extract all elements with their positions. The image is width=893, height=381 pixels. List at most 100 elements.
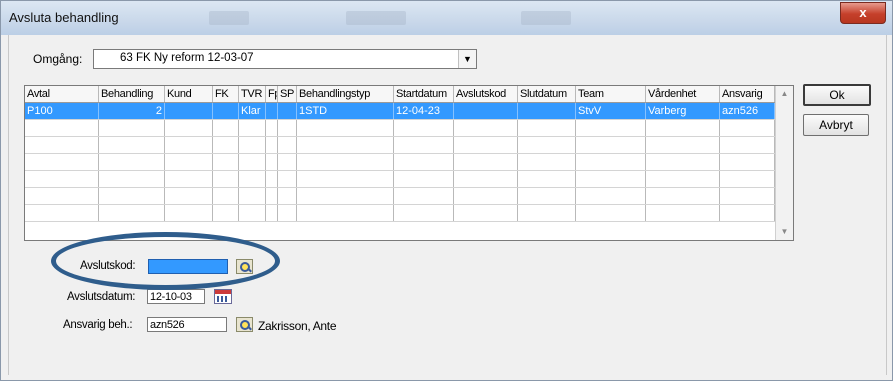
table-cell	[454, 103, 518, 119]
table-cell	[239, 171, 266, 187]
column-header[interactable]: Kund	[165, 86, 213, 102]
table-cell	[646, 171, 720, 187]
table-cell	[297, 205, 394, 221]
column-header[interactable]: Vårdenhet	[646, 86, 720, 102]
column-header[interactable]: Startdatum	[394, 86, 454, 102]
table-cell	[297, 137, 394, 153]
scroll-up-icon[interactable]: ▲	[776, 86, 793, 102]
table-cell	[165, 205, 213, 221]
table-cell	[576, 205, 646, 221]
table-cell: StvV	[576, 103, 646, 119]
table-cell	[646, 154, 720, 170]
table-row[interactable]	[25, 120, 775, 137]
table-cell	[297, 188, 394, 204]
table-cell	[165, 120, 213, 136]
table-cell	[720, 154, 775, 170]
table-cell	[278, 120, 297, 136]
chevron-down-icon[interactable]: ▼	[458, 50, 476, 68]
table-cell: Varberg	[646, 103, 720, 119]
column-header[interactable]: Team	[576, 86, 646, 102]
table-cell	[297, 171, 394, 187]
table-cell	[213, 171, 239, 187]
table-cell	[165, 154, 213, 170]
table-row[interactable]: P100 2 Klar 1STD 12-04-23 StvV Varberg a…	[25, 103, 775, 120]
table-cell	[518, 188, 576, 204]
table-row[interactable]	[25, 171, 775, 188]
omgang-dropdown[interactable]: 63 FK Ny reform 12-03-07 ▼	[93, 49, 477, 69]
table-cell	[576, 188, 646, 204]
column-header[interactable]: Avtal	[25, 86, 99, 102]
table-cell	[266, 205, 278, 221]
table-row[interactable]	[25, 188, 775, 205]
table-cell	[518, 137, 576, 153]
ansvarig-name: Zakrisson, Ante	[258, 319, 337, 333]
table-cell	[99, 137, 165, 153]
table-cell	[454, 171, 518, 187]
table-cell: 1STD	[297, 103, 394, 119]
column-header[interactable]: Behandlingstyp	[297, 86, 394, 102]
table-cell	[646, 120, 720, 136]
column-header[interactable]: Fp	[266, 86, 278, 102]
table-row[interactable]	[25, 205, 775, 222]
table-cell	[266, 188, 278, 204]
table-cell	[454, 137, 518, 153]
table-cell	[720, 137, 775, 153]
table-cell	[99, 171, 165, 187]
table-cell	[266, 154, 278, 170]
table-cell	[394, 137, 454, 153]
avslutsdatum-label: Avslutsdatum:	[67, 291, 136, 303]
table-cell	[239, 120, 266, 136]
omgang-label: Omgång:	[33, 52, 83, 66]
table-cell	[25, 120, 99, 136]
table-cell	[25, 188, 99, 204]
close-button[interactable]: x	[840, 2, 886, 24]
cancel-button[interactable]: Avbryt	[803, 114, 869, 136]
table-cell	[518, 171, 576, 187]
calendar-icon[interactable]	[214, 289, 232, 304]
table-cell	[278, 188, 297, 204]
highlight-ellipse	[51, 232, 280, 290]
table-cell	[239, 188, 266, 204]
table-cell: Klar	[239, 103, 266, 119]
column-header[interactable]: SP	[278, 86, 297, 102]
table-cell	[394, 120, 454, 136]
vertical-scrollbar[interactable]: ▲ ▼	[775, 86, 793, 240]
ok-button[interactable]: Ok	[803, 84, 871, 106]
column-header[interactable]: FK	[213, 86, 239, 102]
blurred-background-element	[209, 11, 249, 25]
table-cell	[25, 154, 99, 170]
column-header[interactable]: Slutdatum	[518, 86, 576, 102]
table-row[interactable]	[25, 154, 775, 171]
table-cell: 12-04-23	[394, 103, 454, 119]
title-bar[interactable]: Avsluta behandling x	[1, 1, 892, 35]
table-cell	[239, 205, 266, 221]
table-cell	[213, 154, 239, 170]
column-header[interactable]: TVR	[239, 86, 266, 102]
table-cell	[576, 171, 646, 187]
search-icon[interactable]	[236, 317, 253, 332]
column-header[interactable]: Ansvarig	[720, 86, 775, 102]
column-header[interactable]: Avslutskod	[454, 86, 518, 102]
scroll-down-icon[interactable]: ▼	[776, 224, 793, 240]
table-cell	[99, 154, 165, 170]
table-row[interactable]	[25, 137, 775, 154]
table-cell	[266, 120, 278, 136]
table-cell	[99, 205, 165, 221]
behandling-table[interactable]: Avtal Behandling Kund FK TVR Fp SP Behan…	[24, 85, 794, 241]
table-cell	[266, 137, 278, 153]
table-cell	[266, 171, 278, 187]
table-cell	[165, 103, 213, 119]
table-cell	[99, 188, 165, 204]
table-cell	[297, 154, 394, 170]
table-cell	[394, 188, 454, 204]
table-cell	[454, 120, 518, 136]
table-cell	[518, 154, 576, 170]
ansvarig-field[interactable]: azn526	[147, 317, 227, 332]
column-header[interactable]: Behandling	[99, 86, 165, 102]
table-cell: 2	[99, 103, 165, 119]
avslutsdatum-field[interactable]: 12-10-03	[147, 289, 205, 304]
table-cell	[518, 120, 576, 136]
table-cell	[239, 137, 266, 153]
table-cell	[239, 154, 266, 170]
table-cell	[213, 137, 239, 153]
